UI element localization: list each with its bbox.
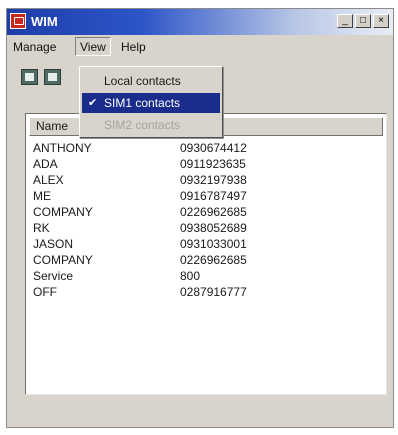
contact-number: 0916787497 [180,189,247,203]
contact-name: Service [33,269,74,283]
contact-number: 0932197938 [180,173,247,187]
checkmark-icon: ✔ [88,97,98,109]
contact-name: COMPANY [33,253,93,267]
menu-item-label: Local contacts [104,74,181,88]
window-title: WIM [31,14,58,29]
contact-name: RK [33,221,50,235]
menu-item-sim1-contacts[interactable]: ✔ SIM1 contacts [82,93,220,113]
close-button[interactable]: × [373,14,389,28]
menu-item-label: SIM2 contacts [104,118,181,132]
contact-name: ME [33,189,51,203]
contact-name: ANTHONY [33,141,92,155]
menu-view[interactable]: View [75,37,111,56]
contact-number: 0911923635 [180,157,246,171]
menu-item-sim2-contacts: SIM2 contacts [82,115,220,135]
contact-number: 800 [180,269,201,283]
contact-number: 0938052689 [180,221,247,235]
app-window: WIM _ □ × Manage View Help Name Number A… [6,8,394,428]
card-icon[interactable] [44,69,61,85]
contact-name: ADA [33,157,58,171]
contact-name: JASON [33,237,74,251]
contact-number: 0226962685 [180,253,247,267]
title-bar[interactable]: WIM _ □ × [7,9,393,35]
contact-number: 0287916777 [180,285,247,299]
app-icon[interactable] [10,13,26,29]
contact-name: COMPANY [33,205,93,219]
menu-item-local-contacts[interactable]: Local contacts [82,71,220,91]
menu-bar: Manage View Help [7,37,393,57]
contact-number: 0930674412 [180,141,247,155]
grid-icon[interactable] [21,69,38,85]
menu-manage[interactable]: Manage [13,40,56,54]
menu-item-label: SIM1 contacts [104,96,181,110]
menu-help[interactable]: Help [121,40,146,54]
maximize-button[interactable]: □ [355,14,371,28]
contact-list[interactable]: Name Number ANTHONY0930674412ADA09119236… [25,113,387,395]
contact-name: OFF [33,285,57,299]
contact-name: ALEX [33,173,64,187]
view-menu-dropdown: Local contacts ✔ SIM1 contacts SIM2 cont… [79,66,223,138]
minimize-button[interactable]: _ [337,14,353,28]
contact-number: 0226962685 [180,205,247,219]
contact-number: 0931033001 [180,237,247,251]
